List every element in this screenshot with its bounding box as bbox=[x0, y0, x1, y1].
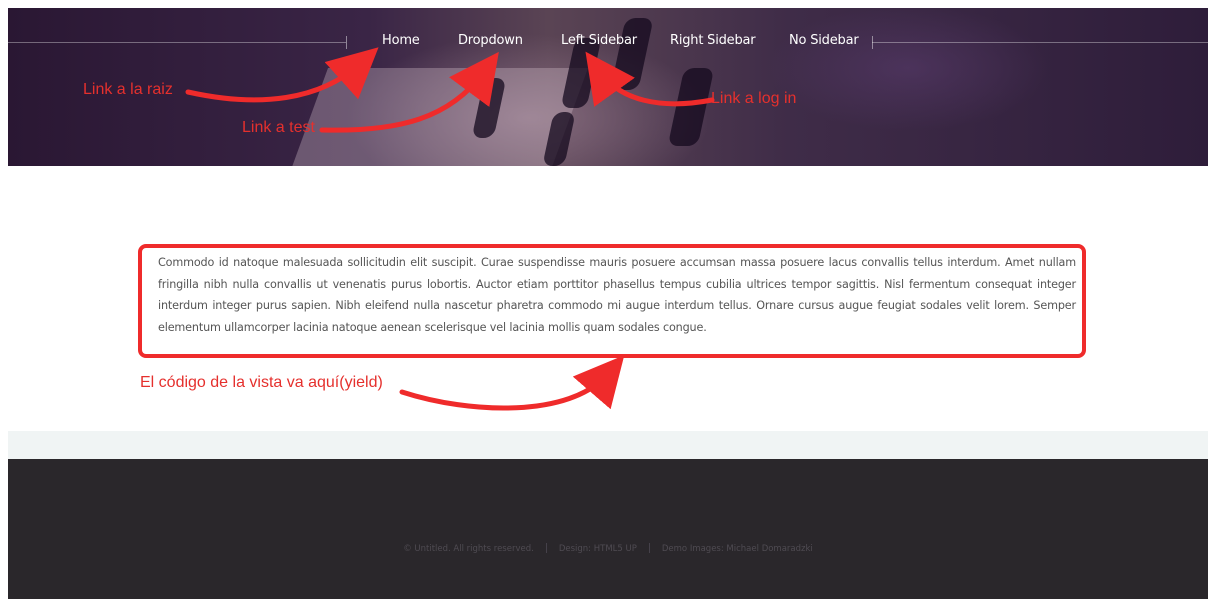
footer-copyright: © Untitled. All rights reserved. bbox=[403, 543, 534, 554]
content-paragraph: Commodo id natoque malesuada sollicitudi… bbox=[158, 256, 1076, 334]
page-frame: Home Dropdown Left Sidebar Right Sidebar… bbox=[8, 8, 1208, 599]
header-banner: Home Dropdown Left Sidebar Right Sidebar… bbox=[8, 8, 1208, 166]
annotation-yield: El código de la vista va aquí(yield) bbox=[140, 374, 383, 391]
annotation-test: Link a test bbox=[242, 119, 315, 136]
footer: © Untitled. All rights reserved. Design: … bbox=[8, 459, 1208, 599]
banner-window-shape bbox=[667, 68, 715, 146]
nav-dropdown-link[interactable]: Dropdown bbox=[458, 33, 523, 48]
annotation-root: Link a la raiz bbox=[83, 81, 173, 98]
banner-window-shape bbox=[610, 18, 654, 90]
main-nav: Home Dropdown Left Sidebar Right Sidebar… bbox=[8, 33, 1208, 53]
nav-no-sidebar-link[interactable]: No Sidebar bbox=[789, 33, 859, 48]
footer-credits: © Untitled. All rights reserved. Design: … bbox=[8, 543, 1208, 554]
banner-building-shape bbox=[287, 68, 589, 166]
annotation-login: Link a log in bbox=[711, 90, 797, 107]
nav-home-link[interactable]: Home bbox=[382, 33, 420, 48]
footer-images-link[interactable]: Demo Images: Michael Domaradzki bbox=[650, 544, 825, 554]
nav-left-sidebar-link[interactable]: Left Sidebar bbox=[561, 33, 637, 48]
nav-right-sidebar-link[interactable]: Right Sidebar bbox=[670, 33, 756, 48]
footer-design-link[interactable]: Design: HTML5 UP bbox=[547, 544, 649, 554]
footer-separator-band bbox=[8, 431, 1208, 459]
